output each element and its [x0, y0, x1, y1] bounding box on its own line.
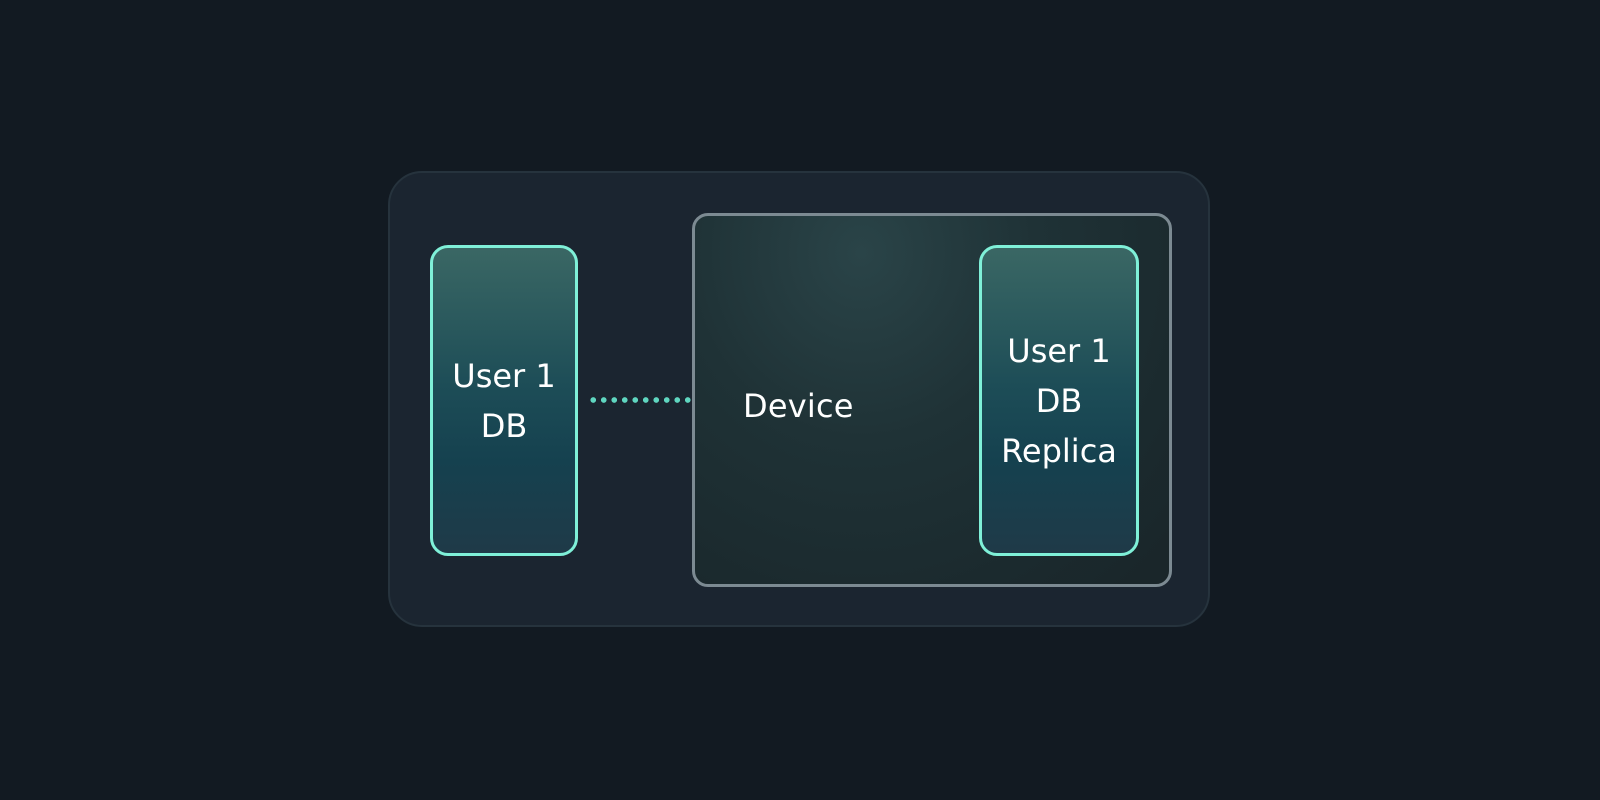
sync-connector — [588, 397, 692, 403]
user-db-replica-node: User 1 DB Replica — [979, 245, 1139, 556]
replica-label-line-3: Replica — [1001, 431, 1117, 470]
user-db-label-line-2: DB — [480, 406, 528, 445]
replica-label-line-1: User 1 — [1007, 331, 1111, 370]
user-db-label-line-1: User 1 — [452, 356, 556, 395]
user-db-node: User 1 DB — [430, 245, 578, 556]
device-label: Device — [743, 387, 854, 425]
diagram-canvas: Device User 1 DB User 1 DB Replica — [0, 0, 1600, 800]
replica-label-line-2: DB — [1035, 381, 1083, 420]
